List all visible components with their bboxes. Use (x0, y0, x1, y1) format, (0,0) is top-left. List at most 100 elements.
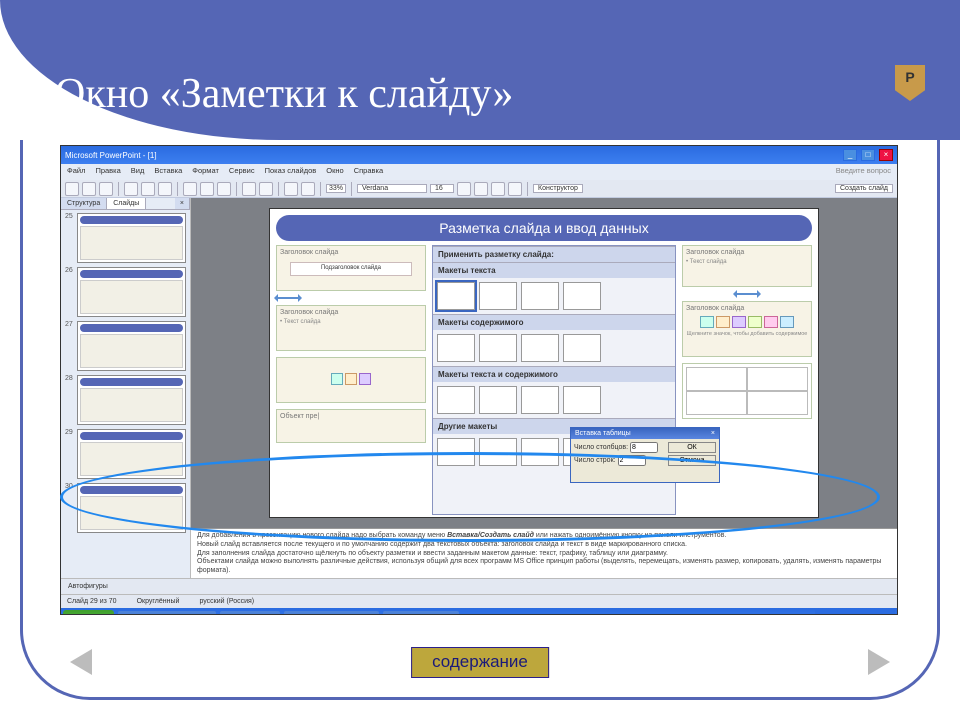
taskbar-item[interactable]: Adobe Photoshop (383, 611, 459, 615)
slide-thumbnail[interactable] (77, 321, 186, 371)
page-title: Окно «Заметки к слайду» (55, 70, 513, 118)
layout-option[interactable] (479, 282, 517, 310)
autoshapes-button[interactable]: Автофигуры (68, 583, 108, 590)
drawing-toolbar: Автофигуры (61, 578, 897, 594)
contents-button[interactable]: содержание (411, 647, 549, 678)
slide-thumbnail[interactable] (77, 429, 186, 479)
preview-icon[interactable] (141, 182, 155, 196)
layout-option[interactable] (437, 334, 475, 362)
layout-option[interactable] (437, 438, 475, 466)
shadow-icon[interactable] (508, 182, 522, 196)
zoom-box[interactable]: 33% (326, 184, 346, 193)
layout-option[interactable] (437, 386, 475, 414)
windows-logo-icon: ⊞ (73, 615, 81, 616)
slide-area: Разметка слайда и ввод данных Заголовок … (191, 198, 897, 578)
current-slide[interactable]: Разметка слайда и ввод данных Заголовок … (269, 208, 819, 518)
underline-icon[interactable] (491, 182, 505, 196)
layout-section: Макеты содержимого (433, 314, 675, 330)
insert-table-dialog[interactable]: Вставка таблицы × Число столбцов: Число … (570, 427, 720, 483)
layout-option[interactable] (521, 282, 559, 310)
sample-table-slide (682, 363, 812, 419)
notes-pane[interactable]: Для добавления в презентацию нового слай… (191, 528, 897, 578)
powerpoint-window: Microsoft PowerPoint - [1] _ □ × Файл Пр… (60, 145, 898, 615)
design-button[interactable]: Конструктор (533, 184, 583, 193)
menu-view[interactable]: Вид (131, 166, 145, 178)
taskbar-item[interactable]: презентации (220, 611, 280, 615)
redo-icon[interactable] (259, 182, 273, 196)
slide-thumbnail[interactable] (77, 213, 186, 263)
font-size-box[interactable]: 16 (430, 184, 454, 193)
cols-input[interactable] (630, 442, 658, 453)
new-slide-button[interactable]: Создать слайд (835, 184, 893, 193)
windows-taskbar: ⊞ пуск пояснитель.има - Дис... презентац… (61, 608, 897, 615)
clip-icon (359, 373, 371, 385)
picture-icon (732, 316, 746, 328)
layout-option[interactable] (563, 282, 601, 310)
workspace: Структура Слайды × 25 26 27 28 29 30 Раз… (61, 198, 897, 578)
thumb-number: 25 (65, 213, 77, 263)
print-icon[interactable] (124, 182, 138, 196)
ok-button[interactable]: ОК (668, 442, 716, 453)
taskbar-item[interactable]: Microsoft PowerPoint ... (284, 611, 379, 615)
font-name-box[interactable]: Verdana (357, 184, 427, 193)
layout-option[interactable] (479, 334, 517, 362)
close-button[interactable]: × (879, 149, 893, 161)
layout-option[interactable] (563, 386, 601, 414)
prev-slide-arrow[interactable] (70, 649, 92, 675)
help-search-box[interactable]: Введите вопрос (836, 166, 891, 178)
menu-bar: Файл Правка Вид Вставка Формат Сервис По… (61, 164, 897, 180)
layout-option[interactable] (479, 438, 517, 466)
language-indicator: русский (Россия) (199, 598, 254, 605)
chart-icon[interactable] (301, 182, 315, 196)
inner-slide-title: Разметка слайда и ввод данных (276, 215, 812, 241)
menu-slideshow[interactable]: Показ слайдов (265, 166, 317, 178)
menu-edit[interactable]: Правка (95, 166, 120, 178)
rows-input[interactable] (618, 455, 646, 466)
thumb-number: 29 (65, 429, 77, 479)
dialog-close-icon[interactable]: × (711, 430, 715, 437)
menu-format[interactable]: Формат (192, 166, 219, 178)
menu-window[interactable]: Окно (326, 166, 343, 178)
table-icon[interactable] (284, 182, 298, 196)
layout-option[interactable] (521, 334, 559, 362)
tab-slides[interactable]: Слайды (107, 198, 146, 209)
slide-thumbnail[interactable] (77, 267, 186, 317)
layout-option[interactable] (563, 334, 601, 362)
copy-icon[interactable] (200, 182, 214, 196)
cut-icon[interactable] (183, 182, 197, 196)
undo-icon[interactable] (242, 182, 256, 196)
double-arrow-icon (735, 293, 759, 295)
minimize-button[interactable]: _ (843, 149, 857, 161)
open-icon[interactable] (82, 182, 96, 196)
clip-icon (780, 316, 794, 328)
layout-option[interactable] (521, 438, 559, 466)
menu-tools[interactable]: Сервис (229, 166, 255, 178)
new-icon[interactable] (65, 182, 79, 196)
slide-thumbnail[interactable] (77, 375, 186, 425)
menu-help[interactable]: Справка (354, 166, 383, 178)
dialog-title: Вставка таблицы (575, 430, 631, 437)
thumb-number: 30 (65, 483, 77, 533)
layout-pane-title: Применить разметку слайда: (433, 246, 675, 262)
start-button[interactable]: ⊞ пуск (63, 610, 114, 615)
menu-file[interactable]: Файл (67, 166, 85, 178)
italic-icon[interactable] (474, 182, 488, 196)
layout-option[interactable] (521, 386, 559, 414)
thumbnail-list[interactable]: 25 26 27 28 29 30 (61, 210, 190, 578)
save-icon[interactable] (99, 182, 113, 196)
spell-icon[interactable] (158, 182, 172, 196)
layout-option[interactable] (479, 386, 517, 414)
slide-thumbnail[interactable] (77, 483, 186, 533)
maximize-button[interactable]: □ (861, 149, 875, 161)
bold-icon[interactable] (457, 182, 471, 196)
close-pane-icon[interactable]: × (175, 198, 190, 209)
next-slide-arrow[interactable] (868, 649, 890, 675)
menu-insert[interactable]: Вставка (154, 166, 182, 178)
taskbar-item[interactable]: пояснитель.има - Дис... (118, 611, 215, 615)
tab-structure[interactable]: Структура (61, 198, 107, 209)
layout-option[interactable] (437, 282, 475, 310)
paste-icon[interactable] (217, 182, 231, 196)
sample-text-slide: Заголовок слайда • Текст слайда (682, 245, 812, 287)
cancel-button[interactable]: Отмена (668, 455, 716, 466)
system-tray[interactable]: диски отсутствуют (815, 610, 895, 615)
